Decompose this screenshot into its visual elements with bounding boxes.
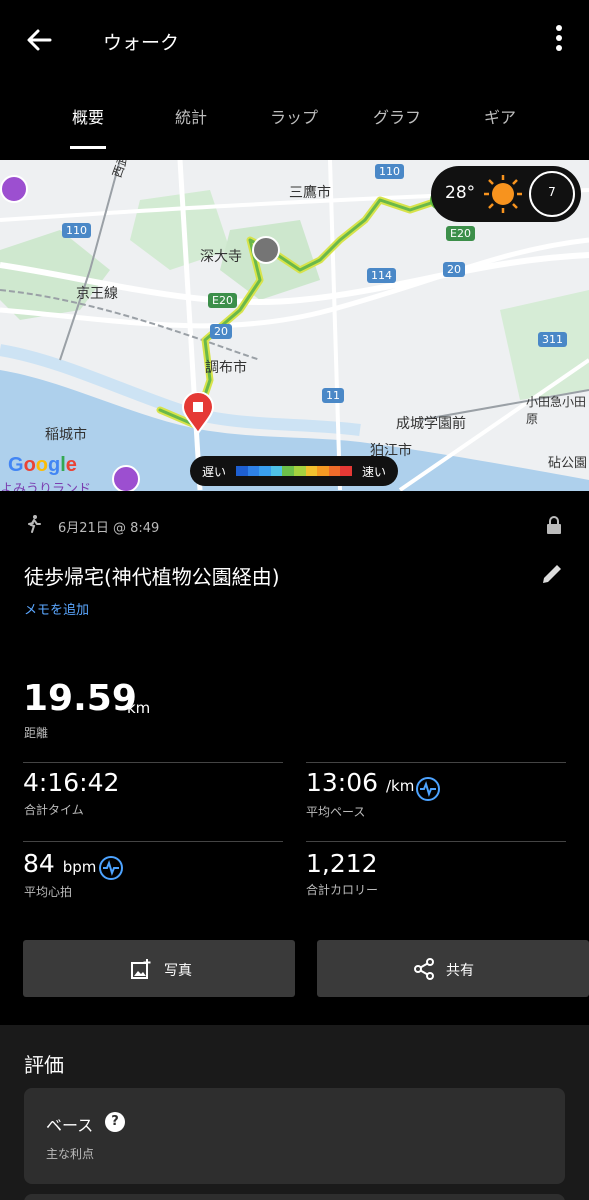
evaluation-card-base[interactable]: ベース ? 主な利点 — [24, 1088, 565, 1184]
speed-color-swatch — [317, 466, 329, 476]
divider — [23, 762, 283, 763]
pace-chart-icon[interactable] — [416, 777, 440, 801]
route-shield-110-east: 110 — [375, 164, 404, 179]
distance-value: 19.59 — [23, 678, 137, 719]
map-label-jindaiji: 深大寺 — [200, 249, 242, 265]
speed-color-swatch — [247, 466, 260, 476]
avg-pace-unit: /km — [386, 777, 415, 795]
speed-color-swatch — [305, 466, 318, 476]
lock-icon[interactable] — [545, 515, 563, 539]
active-tab-indicator — [70, 146, 106, 149]
wind-compass-icon: 7 — [529, 171, 575, 217]
add-memo-link[interactable]: メモを追加 — [24, 599, 89, 618]
speed-color-swatch — [328, 466, 341, 476]
temperature-value: 28° — [445, 183, 476, 203]
speed-color-swatch — [270, 466, 283, 476]
tab-stats[interactable]: 統計 — [146, 104, 236, 128]
avg-pace-value: 13:06 /km — [306, 768, 414, 797]
distance-label: 距離 — [24, 726, 49, 740]
distance-unit: km — [127, 699, 151, 717]
route-shield-11: 11 — [322, 388, 344, 403]
map-label-yomiuri: よみうりランド — [0, 482, 92, 491]
calories-value: 1,212 — [306, 849, 378, 878]
map-label-odakyu: 小田急小田原 — [526, 395, 587, 426]
speed-color-swatch — [293, 466, 306, 476]
google-logo: Google — [8, 454, 77, 476]
route-shield-20-west: 20 — [210, 324, 232, 339]
map-label-keio: 京王線 — [76, 286, 118, 302]
tab-laps[interactable]: ラップ — [249, 104, 339, 128]
map-label-chofu: 調布市 — [205, 360, 247, 376]
calories-label: 合計カロリー — [306, 883, 379, 897]
heart-rate-chart-icon[interactable] — [99, 856, 123, 880]
evaluation-title: 評価 — [24, 1053, 64, 1077]
add-photo-label: 写真 — [164, 963, 192, 979]
add-photo-icon — [131, 959, 151, 979]
speed-color-scale — [236, 466, 352, 476]
sun-icon — [484, 175, 522, 213]
museum-poi-icon[interactable] — [0, 175, 28, 203]
evaluation-card-name: ベース — [46, 1116, 94, 1135]
map-label-inagi: 稲城市 — [45, 427, 87, 443]
route-shield-114: 114 — [367, 268, 396, 283]
back-arrow-icon[interactable] — [22, 22, 58, 58]
speed-color-swatch — [340, 466, 352, 476]
route-shield-311: 311 — [538, 332, 567, 347]
total-time-value: 4:16:42 — [23, 768, 120, 797]
share-button[interactable]: 共有 — [317, 940, 589, 997]
speed-color-swatch — [259, 466, 271, 476]
divider — [306, 841, 566, 842]
weather-badge: 28° 7 — [431, 166, 581, 222]
speed-color-swatch — [282, 466, 294, 476]
legend-slow-label: 遅い — [202, 465, 227, 479]
share-icon — [414, 958, 434, 980]
avg-pace-number: 13:06 — [306, 768, 379, 797]
tab-gear[interactable]: ギア — [455, 104, 545, 128]
route-shield-e20-east: E20 — [446, 226, 475, 241]
walking-icon — [24, 514, 44, 538]
wind-speed-value: 7 — [548, 185, 556, 199]
more-options-icon[interactable] — [547, 22, 571, 58]
divider — [306, 762, 566, 763]
share-label: 共有 — [446, 963, 474, 979]
tab-bar: 概要 統計 ラップ グラフ ギア — [0, 96, 589, 152]
route-map[interactable]: 三鷹市 深大寺 京王線 調布市 稲城市 狛江市 成城学園前 小田急小田原 砧公園… — [0, 160, 589, 491]
edit-pencil-icon[interactable] — [539, 561, 565, 591]
top-app-bar: ウォーク — [0, 0, 589, 82]
help-question-icon[interactable]: ? — [105, 1112, 125, 1132]
avg-hr-value: 84 bpm — [23, 849, 96, 878]
divider — [23, 841, 283, 842]
avg-hr-unit: bpm — [62, 858, 97, 876]
speed-legend: 遅い 速い — [190, 456, 398, 486]
add-photo-button[interactable]: 写真 — [23, 940, 295, 997]
tab-overview[interactable]: 概要 — [43, 104, 133, 128]
page-title: ウォーク — [103, 32, 180, 54]
route-shield-20-east: 20 — [443, 262, 465, 277]
temple-poi-icon[interactable] — [252, 236, 280, 264]
evaluation-card-next[interactable] — [24, 1194, 565, 1200]
tab-graph[interactable]: グラフ — [352, 104, 442, 128]
avg-hr-label: 平均心拍 — [24, 885, 73, 899]
route-shield-e20-west: E20 — [208, 293, 237, 308]
map-label-mitaka: 三鷹市 — [289, 185, 331, 201]
evaluation-section: 評価 ベース ? 主な利点 — [0, 1025, 589, 1200]
map-label-kinuta: 砧公園 — [548, 456, 588, 471]
speed-color-swatch — [236, 466, 248, 476]
avg-pace-label: 平均ペース — [306, 805, 366, 819]
total-time-label: 合計タイム — [24, 803, 84, 817]
route-shield-110-west: 110 — [62, 223, 91, 238]
activity-name: 徒歩帰宅(神代植物公園経由) — [24, 565, 280, 589]
evaluation-card-subtitle: 主な利点 — [46, 1147, 95, 1161]
legend-fast-label: 速い — [361, 465, 386, 479]
amusement-poi-icon[interactable] — [112, 465, 140, 491]
map-label-seijo: 成城学園前 — [396, 416, 466, 432]
avg-hr-number: 84 — [23, 849, 55, 878]
activity-datetime: 6月21日 @ 8:49 — [58, 521, 160, 536]
